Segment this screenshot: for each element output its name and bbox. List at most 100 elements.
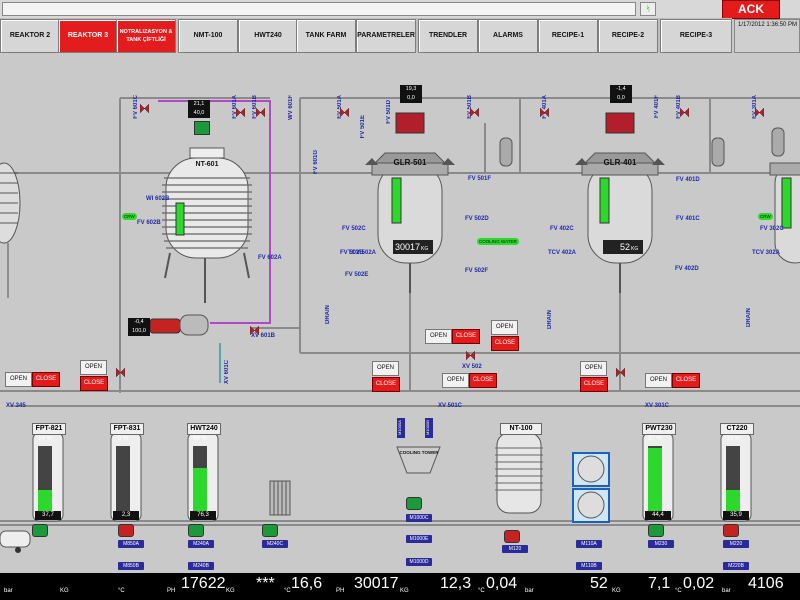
valve-icon[interactable] bbox=[679, 104, 690, 118]
close-button[interactable]: CLOSE bbox=[80, 376, 108, 391]
status-unit: °C bbox=[478, 588, 485, 594]
pump-icon[interactable] bbox=[118, 524, 134, 537]
motor-label[interactable]: M240A bbox=[188, 540, 214, 548]
valve-label: XV 501C bbox=[438, 403, 463, 409]
tank-pct: 14 % bbox=[38, 436, 52, 442]
motor-label[interactable]: M1000D bbox=[406, 558, 432, 566]
valve-label: FV 602A bbox=[258, 255, 282, 261]
open-button[interactable]: OPEN bbox=[425, 329, 452, 344]
motor-label[interactable]: M220 bbox=[723, 540, 749, 548]
glr501-top-b: 0,0 bbox=[407, 95, 415, 101]
close-button[interactable]: CLOSE bbox=[580, 377, 608, 392]
valve-icon[interactable] bbox=[539, 104, 550, 118]
motor-label[interactable]: M120 bbox=[502, 545, 528, 553]
pump-icon[interactable] bbox=[262, 524, 278, 537]
status-unit: KG bbox=[612, 588, 621, 594]
reactor-glr501-title[interactable]: GLR-501 bbox=[388, 158, 432, 167]
tab-trendler[interactable]: TRENDLER bbox=[418, 19, 478, 53]
agitator-motor-icon[interactable] bbox=[194, 121, 210, 135]
valve-icon[interactable] bbox=[249, 322, 260, 336]
open-button[interactable]: OPEN bbox=[80, 360, 107, 375]
reactor-glr401-title[interactable]: GLR-401 bbox=[598, 158, 642, 167]
motor-label[interactable]: M230 bbox=[648, 540, 674, 548]
tab-recipe-3[interactable]: RECIPE-3 bbox=[660, 19, 732, 53]
pump-icon[interactable] bbox=[504, 530, 520, 543]
motor-label[interactable]: M1000A bbox=[397, 418, 405, 438]
valve-label: TCV 402A bbox=[548, 250, 577, 256]
tab-tank-farm[interactable]: TANK FARM bbox=[296, 19, 356, 53]
motor-label[interactable]: M850B bbox=[118, 562, 144, 570]
tab-reaktor-3[interactable]: REAKTOR 3 bbox=[58, 19, 118, 53]
tank-title[interactable]: CT220 bbox=[720, 423, 754, 435]
command-input[interactable] bbox=[2, 2, 636, 16]
valve-icon[interactable] bbox=[139, 100, 150, 114]
pump-icon[interactable] bbox=[723, 524, 739, 537]
close-button[interactable]: CLOSE bbox=[491, 336, 519, 351]
valve-icon[interactable] bbox=[469, 104, 480, 118]
valve-label: FV 501E bbox=[360, 115, 366, 139]
pump-icon[interactable] bbox=[406, 497, 422, 510]
motor-label[interactable]: M1000B bbox=[425, 418, 433, 438]
valve-label: XV 345 bbox=[6, 403, 26, 409]
tank-title[interactable]: NT-100 bbox=[500, 423, 542, 435]
tab-parametreler[interactable]: PARAMETRELER bbox=[356, 19, 416, 53]
valve-icon[interactable] bbox=[235, 104, 246, 118]
tab-recipe-1[interactable]: RECIPE-1 bbox=[538, 19, 598, 53]
valve-label: WV 601F bbox=[288, 95, 294, 121]
open-button[interactable]: OPEN bbox=[491, 320, 518, 335]
motor-label[interactable]: M240B bbox=[188, 562, 214, 570]
open-button[interactable]: OPEN bbox=[442, 373, 469, 388]
valve-label: WI 602B bbox=[146, 196, 170, 202]
glr501-level-value: 30017 bbox=[394, 242, 420, 252]
close-button[interactable]: CLOSE bbox=[469, 373, 497, 388]
status-unit: °C bbox=[284, 588, 291, 594]
pump-icon[interactable] bbox=[648, 524, 664, 537]
open-button[interactable]: OPEN bbox=[372, 361, 399, 376]
tank-title[interactable]: FPT-831 bbox=[110, 423, 144, 435]
status-value: 7,1 bbox=[648, 575, 671, 592]
tank-title[interactable]: HWT240 bbox=[187, 423, 221, 435]
reactor-nt601-title[interactable]: NT-601 bbox=[190, 161, 224, 171]
motor-label[interactable]: M1000C bbox=[406, 514, 432, 522]
cooling-water-tag[interactable]: COOLING WATER bbox=[477, 238, 519, 245]
open-button[interactable]: OPEN bbox=[580, 361, 607, 376]
ack-button[interactable]: ACK bbox=[722, 0, 780, 19]
tab-alarms[interactable]: ALARMS bbox=[478, 19, 538, 53]
tank-title[interactable]: PWT230 bbox=[642, 423, 676, 435]
motor-label[interactable]: M110B bbox=[576, 562, 602, 570]
pump-icon[interactable] bbox=[188, 524, 204, 537]
tank-pct: 97 % bbox=[648, 436, 662, 442]
close-button[interactable]: CLOSE bbox=[672, 373, 700, 388]
crw-tag[interactable]: CRW bbox=[122, 213, 137, 220]
tab-recipe-2[interactable]: RECIPE-2 bbox=[598, 19, 658, 53]
crw-tag-right[interactable]: CRW bbox=[758, 213, 773, 220]
tab-nmt-100[interactable]: NMT-100 bbox=[178, 19, 238, 53]
valve-label: FV 402D bbox=[675, 266, 699, 272]
close-button[interactable]: CLOSE bbox=[372, 377, 400, 392]
close-button[interactable]: CLOSE bbox=[452, 329, 480, 344]
status-value: 0,04 bbox=[486, 575, 518, 592]
motor-label[interactable]: M240C bbox=[262, 540, 288, 548]
open-button[interactable]: OPEN bbox=[645, 373, 672, 388]
pump-icon[interactable] bbox=[32, 524, 48, 537]
motor-label[interactable]: M1000E bbox=[406, 535, 432, 543]
tank-title[interactable]: FPT-821 bbox=[32, 423, 66, 435]
valve-icon[interactable] bbox=[339, 104, 350, 118]
motor-label[interactable]: M110A bbox=[576, 540, 602, 548]
open-button[interactable]: OPEN bbox=[5, 372, 32, 387]
language-flag-icon[interactable]: ᛋ bbox=[640, 2, 656, 16]
close-button[interactable]: CLOSE bbox=[32, 372, 60, 387]
status-unit: KG bbox=[60, 588, 69, 594]
tab-notralizasyon[interactable]: NOTRALIZASYON & TANK ÇİFTLİĞİ bbox=[116, 19, 176, 53]
valve-icon[interactable] bbox=[115, 364, 126, 378]
valve-icon[interactable] bbox=[255, 104, 266, 118]
glr501-top-a: 19,3 bbox=[405, 86, 417, 92]
tab-hwt240[interactable]: HWT240 bbox=[238, 19, 298, 53]
valve-icon[interactable] bbox=[754, 104, 765, 118]
valve-icon[interactable] bbox=[615, 364, 626, 378]
tab-reaktor-2[interactable]: REAKTOR 2 bbox=[0, 19, 60, 53]
valve-icon[interactable] bbox=[465, 347, 476, 361]
valve-label: DRAIN bbox=[746, 308, 752, 327]
motor-label[interactable]: M220B bbox=[723, 562, 749, 570]
motor-label[interactable]: M850A bbox=[118, 540, 144, 548]
